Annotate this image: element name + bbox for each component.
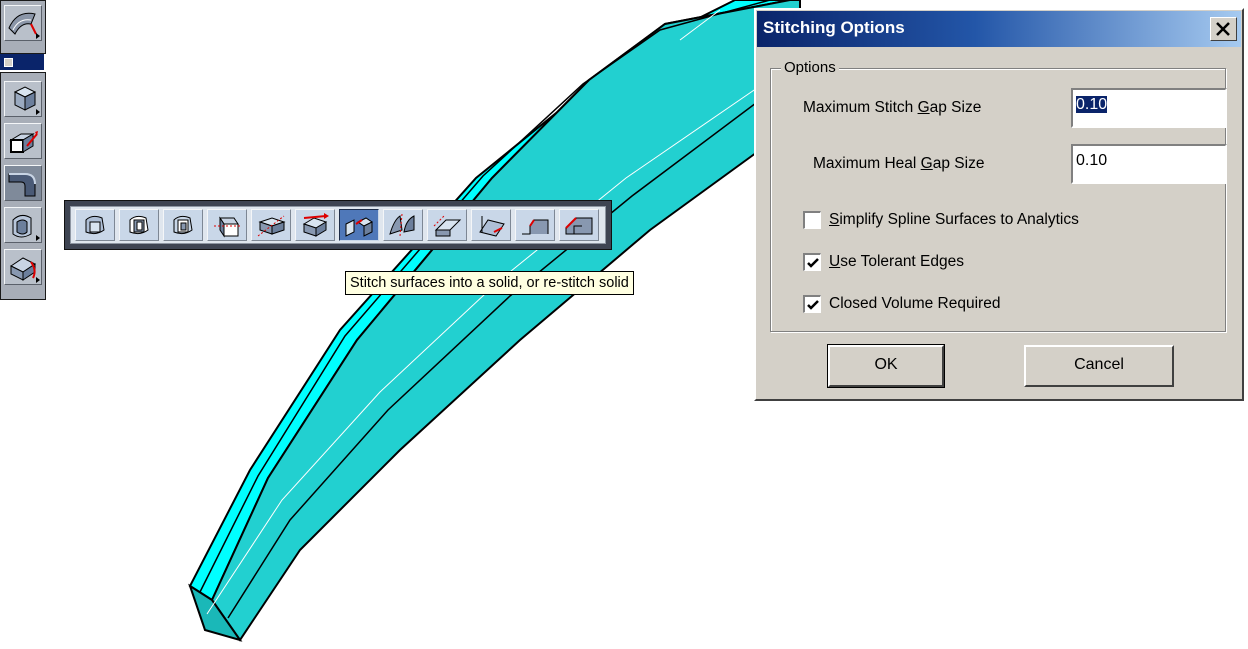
flyout-button-stitch-surfaces[interactable] [339,209,379,241]
closed-volume-label[interactable]: Closed Volume Required [829,295,1000,313]
closed-volume-checkbox[interactable] [803,295,821,313]
checkmark-icon [807,300,819,310]
solid-primitive-button[interactable] [4,81,42,117]
options-groupbox: Options Maximum Stitch Gap Size 0.10 Max… [770,59,1227,332]
mnemonic-letter: G [920,155,933,172]
flyout-button-offset-face[interactable] [427,209,467,241]
stitching-options-dialog: Stitching Options Options Maximum Stitch… [754,8,1244,401]
heal-solid-icon [302,213,329,237]
flyout-button-shell-solid[interactable] [163,209,203,241]
flyout-caret-icon [36,235,40,241]
flyout-button-hollow-solid[interactable] [119,209,159,241]
label-text: Maximum Heal [813,155,921,172]
label-text: se Tolerant Edges [840,253,964,270]
fillet-button[interactable] [4,165,42,201]
mnemonic-letter: U [829,253,841,270]
label-text: Maximum Stitch [803,99,918,116]
flyout-button-taper-face[interactable] [471,209,511,241]
close-button[interactable] [1210,17,1237,41]
shell-button[interactable] [4,207,42,243]
mnemonic-letter: G [917,99,930,116]
extrude-button[interactable] [4,123,42,159]
flyout-caret-icon [36,277,40,283]
label-text: implify Spline Surfaces to Analytics [839,211,1079,228]
use-tolerant-edges-label[interactable]: Use Tolerant Edges [829,253,964,271]
flyout-button-blend-edge[interactable] [559,209,599,241]
close-icon [1216,22,1230,36]
offset-face-icon [433,215,462,237]
label-text: ap Size [929,99,982,116]
max-stitch-gap-label: Maximum Stitch Gap Size [803,99,981,117]
taper-face-icon [479,216,505,237]
max-heal-gap-label: Maximum Heal Gap Size [813,155,984,173]
flyout-button-thin-shell[interactable] [207,209,247,241]
ok-button[interactable]: OK [827,344,945,388]
flyout-inner-panel [70,206,606,244]
use-tolerant-edges-checkbox[interactable] [803,253,821,271]
dialog-titlebar[interactable]: Stitching Options [757,11,1241,47]
max-stitch-gap-field[interactable]: 0.10 [1071,88,1227,128]
flyout-button-solid-cube[interactable] [75,209,115,241]
checkmark-icon [807,258,819,268]
max-stitch-gap-value: 0.10 [1076,96,1108,113]
flyout-caret-icon [36,109,40,115]
flyout-caret-icon [36,33,40,39]
modify-face-button[interactable] [4,249,42,285]
stitch-surfaces-icon [345,217,373,237]
flyout-button-split-solid[interactable] [383,209,423,241]
toolbar-grip-icon [4,58,13,67]
cut-solid-icon [257,215,286,237]
cancel-button[interactable]: Cancel [1024,345,1174,387]
beam-side-face [210,0,801,642]
mnemonic-letter: S [829,211,840,228]
solid-cube-icon [85,215,105,235]
simplify-spline-label[interactable]: Simplify Spline Surfaces to Analytics [829,211,1079,229]
thin-shell-icon [214,216,240,238]
solid-primitive-icon [13,86,37,111]
surface-tool-button[interactable] [4,5,42,41]
tooltip: Stitch surfaces into a solid, or re-stit… [345,271,634,295]
hollow-solid-icon [129,215,149,235]
max-heal-gap-value: 0.10 [1076,152,1108,169]
modify-face-icon [10,257,36,281]
shell-solid-icon [173,215,193,235]
vertical-toolbar-main [0,72,46,300]
vertical-toolbar-top [0,0,46,54]
flyout-button-heal-solid[interactable] [295,209,335,241]
toolbar-grip[interactable] [0,54,44,70]
solids-flyout-toolbar [64,200,612,250]
split-solid-icon [389,213,415,237]
max-heal-gap-field[interactable]: 0.10 [1071,144,1227,184]
blend-edge-icon [565,217,593,235]
fillet-icon [8,173,36,197]
simplify-spline-checkbox[interactable] [803,211,821,229]
options-group-label: Options [781,59,839,76]
flyout-button-chamfer-edge[interactable] [515,209,555,241]
extrude-icon [9,131,38,153]
shell-icon [12,214,32,238]
dialog-title: Stitching Options [763,18,905,37]
label-text: ap Size [932,155,985,172]
chamfer-edge-icon [522,219,549,235]
flyout-button-cut-solid[interactable] [251,209,291,241]
surface-icon [8,12,37,35]
